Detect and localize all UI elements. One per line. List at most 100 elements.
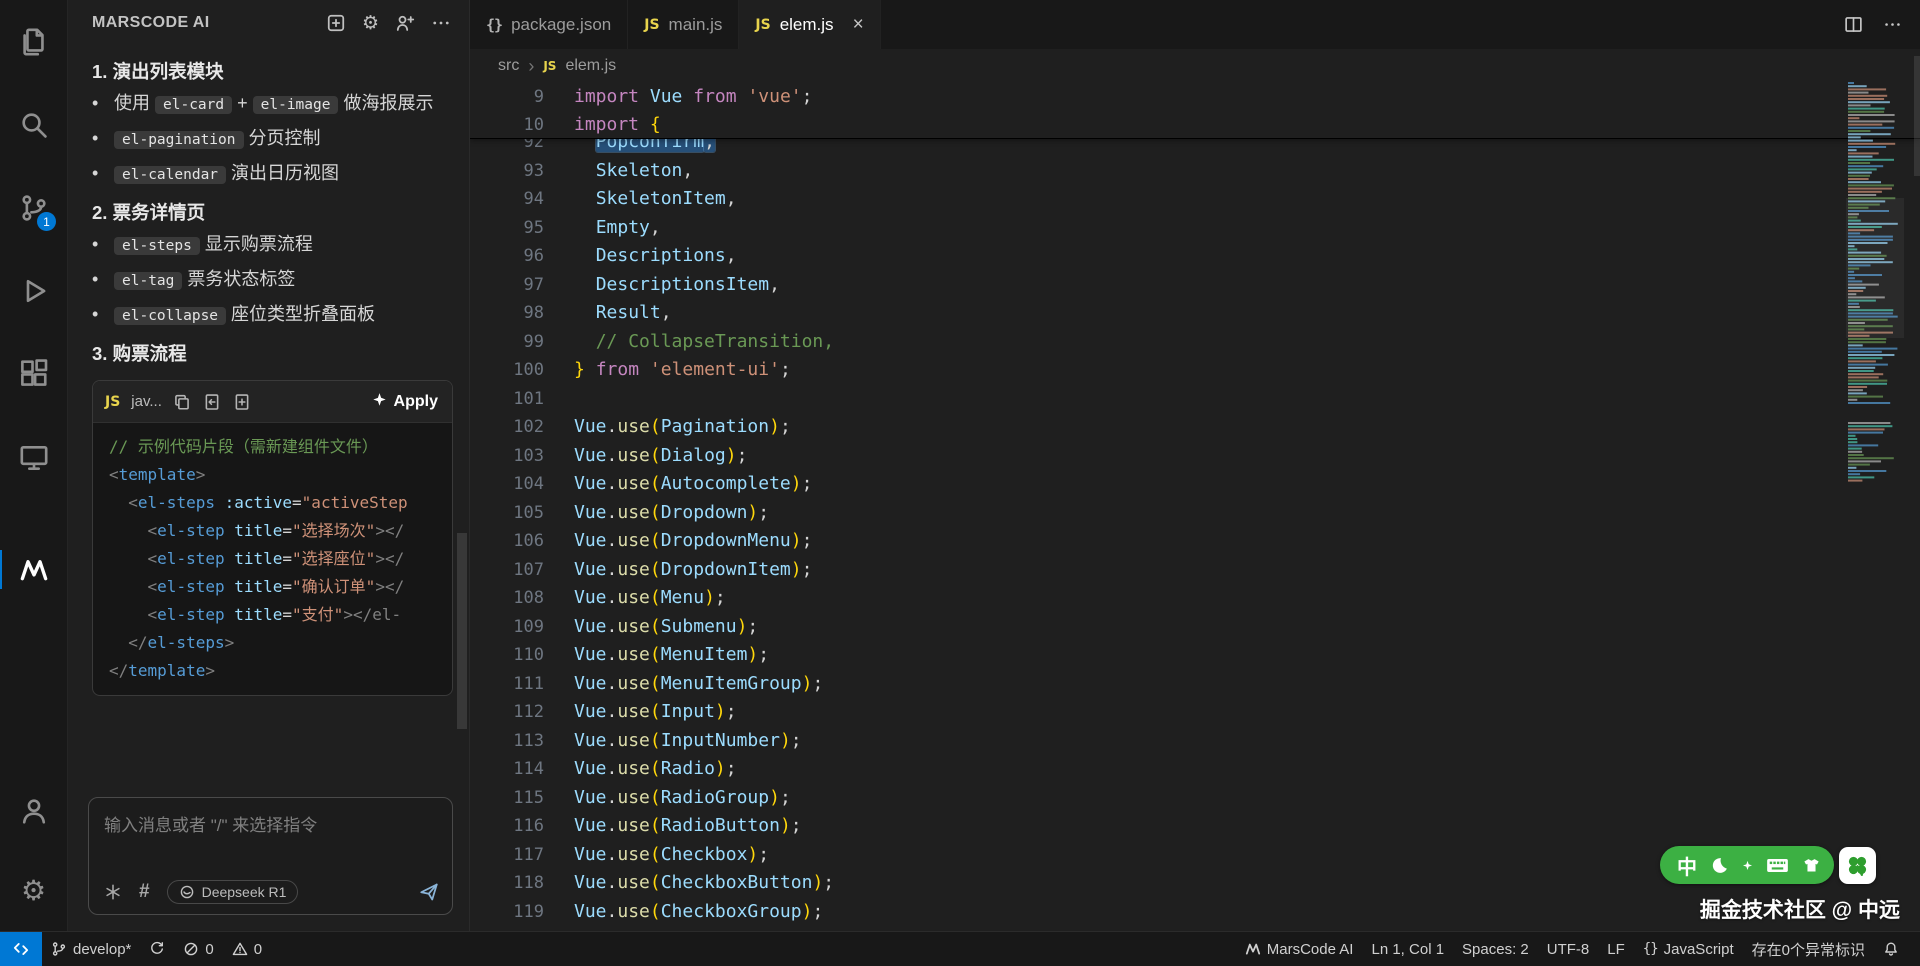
remote-indicator[interactable] [0, 932, 42, 966]
activity-item-settings[interactable]: ⚙ [0, 851, 67, 931]
insert-new-button[interactable] [233, 393, 251, 411]
activity-item-remote-explorer[interactable] [0, 415, 67, 498]
js-file-icon: JS [543, 59, 556, 73]
moon-icon[interactable] [1710, 856, 1729, 875]
settings-button[interactable]: ⚙ [362, 14, 379, 33]
activity-item-extensions[interactable] [0, 332, 67, 415]
activity-item-run-debug[interactable] [0, 249, 67, 332]
bullet-marker: • [92, 159, 114, 189]
line-content: Descriptions, [544, 242, 737, 271]
code-line: 110Vue.use(MenuItem); [470, 641, 1920, 670]
code-editor[interactable]: 92 Popconfirm,93 Skeleton,94 SkeletonIte… [470, 83, 1920, 931]
error-icon [183, 941, 199, 957]
editor-actions [1844, 0, 1902, 49]
line-number: 119 [470, 898, 544, 927]
status-item-lf[interactable]: LF [1598, 932, 1634, 966]
activity-bar: 1 ⚙ [0, 0, 68, 931]
context-hash-icon[interactable]: # [139, 881, 150, 903]
status-label: Spaces: 2 [1462, 941, 1529, 958]
tab-label: package.json [511, 15, 611, 35]
shirt-icon[interactable] [1802, 856, 1821, 875]
model-selector[interactable]: Deepseek R1 [167, 880, 299, 904]
line-number: 116 [470, 812, 544, 841]
sparkle-icon[interactable] [1742, 860, 1753, 871]
status-item-utf-8[interactable]: UTF-8 [1538, 932, 1599, 966]
activity-item-marscode[interactable] [0, 528, 67, 611]
sidebar-header: MARSCODE AI ⚙ [68, 0, 469, 46]
apply-button[interactable]: Apply [372, 392, 438, 412]
editor-scrollbar-thumb[interactable] [1914, 56, 1920, 176]
minimap[interactable] [1846, 80, 1904, 490]
new-chat-button[interactable] [326, 13, 346, 33]
breadcrumb-folder[interactable]: src [498, 57, 519, 75]
invite-button[interactable] [395, 13, 415, 33]
main-row: 1 ⚙ MARSCODE AI ⚙ 1. 演出列表模块•使用 el-card +… [0, 0, 1920, 931]
tab-package.json[interactable]: {}package.json [470, 0, 628, 49]
editor-group: {}package.jsonJSmain.jsJSelem.js× src › … [470, 0, 1920, 931]
slash-command-icon[interactable] [104, 883, 122, 901]
chat-bullet-item: •el-pagination 分页控制 [92, 124, 453, 154]
breadcrumb-separator-icon: › [528, 56, 534, 77]
status-item[interactable] [140, 932, 174, 966]
status-item-javascript[interactable]: {}JavaScript [1634, 932, 1743, 966]
bullet-text: el-calendar 演出日历视图 [114, 159, 453, 189]
code-block-line: <el-step title="支付"></el- [109, 601, 452, 629]
send-button[interactable] [419, 882, 439, 902]
ime-toolbar[interactable]: 中 [1660, 846, 1876, 884]
line-number: 10 [470, 111, 544, 139]
status-item[interactable] [1874, 932, 1908, 966]
status-item-develop-[interactable]: develop* [42, 932, 140, 966]
chat-input-box[interactable]: 输入消息或者 "/" 来选择指令 # Deepseek R1 [88, 797, 453, 915]
status-item-0[interactable]: 0 [223, 932, 271, 966]
activity-item-search[interactable] [0, 83, 67, 166]
status-item-ln-1-col-1[interactable]: Ln 1, Col 1 [1362, 932, 1453, 966]
code-line: 100} from 'element-ui'; [470, 356, 1920, 385]
code-scroll: 92 Popconfirm,93 Skeleton,94 SkeletonIte… [470, 139, 1920, 931]
bullet-text: el-pagination 分页控制 [114, 124, 453, 154]
status-left: develop* 00 [42, 932, 271, 966]
line-number: 112 [470, 698, 544, 727]
bell-icon [1883, 941, 1899, 957]
code-line: 104Vue.use(Autocomplete); [470, 470, 1920, 499]
breadcrumb[interactable]: src › JS elem.js [470, 49, 1920, 83]
line-content: Skeleton, [544, 157, 693, 186]
activity-item-source-control[interactable]: 1 [0, 166, 67, 249]
code-block-actions [173, 393, 251, 411]
close-tab-icon[interactable]: × [853, 15, 864, 34]
ime-pill[interactable]: 中 [1660, 846, 1834, 884]
status-item-0[interactable]: 0 [174, 932, 222, 966]
tab-main.js[interactable]: JSmain.js [628, 0, 739, 49]
activity-item-explorer[interactable] [0, 0, 67, 83]
status-item-spaces-2[interactable]: Spaces: 2 [1453, 932, 1538, 966]
javascript-lang-icon: JS [105, 394, 120, 410]
activity-bar-bottom: ⚙ [0, 771, 67, 931]
more-button[interactable] [431, 13, 451, 33]
sidebar-scrollbar-thumb[interactable] [457, 533, 467, 729]
insert-file-button[interactable] [203, 393, 221, 411]
line-content: Empty, [544, 214, 661, 243]
bullet-text: 使用 el-card + el-image 做海报展示 [114, 89, 453, 119]
copy-icon [173, 393, 191, 411]
tab-elem.js[interactable]: JSelem.js× [739, 0, 880, 49]
code-line: 97 DescriptionsItem, [470, 271, 1920, 300]
ime-clover-logo[interactable] [1839, 847, 1876, 884]
remote-explorer-icon [19, 442, 49, 472]
status-item-marscode-ai[interactable]: MarsCode AI [1236, 932, 1363, 966]
status-item--0-[interactable]: 存在0个异常标识 [1743, 932, 1874, 966]
more-button[interactable] [1883, 15, 1902, 34]
keyboard-icon[interactable] [1766, 854, 1789, 877]
bullet-marker: • [92, 300, 114, 330]
chat-bullet-item: •使用 el-card + el-image 做海报展示 [92, 89, 453, 119]
sync-icon [149, 941, 165, 957]
line-number: 114 [470, 755, 544, 784]
model-label: Deepseek R1 [202, 884, 287, 900]
copy-button[interactable] [173, 393, 191, 411]
chat-code-block: JS jav... Apply // 示例代码片段（需新建组件文件）<templ… [92, 380, 453, 696]
line-number: 103 [470, 442, 544, 471]
breadcrumb-file[interactable]: elem.js [565, 57, 616, 75]
activity-item-account[interactable] [0, 771, 67, 851]
marscode-sidebar: MARSCODE AI ⚙ 1. 演出列表模块•使用 el-card + el-… [68, 0, 470, 931]
split-editor-button[interactable] [1844, 15, 1863, 34]
inline-code-chip: el-card [155, 96, 232, 114]
tabs-container: {}package.jsonJSmain.jsJSelem.js× [470, 0, 881, 49]
